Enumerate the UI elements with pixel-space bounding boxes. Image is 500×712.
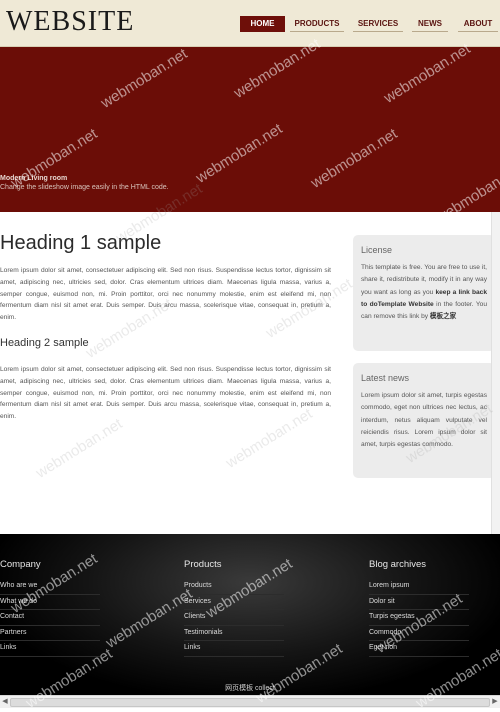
footer-link[interactable]: Contact <box>0 610 100 626</box>
footer-link[interactable]: Lorem ipsum <box>369 579 469 595</box>
slide-caption: Change the slideshow image easily in the… <box>0 184 169 191</box>
nav-about[interactable]: ABOUT <box>458 16 498 32</box>
license-box: License This template is free. You are f… <box>353 235 495 351</box>
footer-column-products: Products Products Services Clients Testi… <box>184 559 284 657</box>
footer-link[interactable]: Services <box>184 595 284 610</box>
nav-divider <box>412 31 448 32</box>
paragraph-1: Lorem ipsum dolor sit amet, consectetuer… <box>0 267 331 322</box>
heading-1: Heading 1 sample <box>0 232 162 254</box>
scrollbar-thumb[interactable] <box>10 698 490 707</box>
license-title: License <box>361 245 393 255</box>
site-footer: Company Who are we What we do Contact Pa… <box>0 534 500 695</box>
watermark: webmoban.net <box>32 415 126 482</box>
nav-services[interactable]: SERVICES <box>353 16 403 32</box>
news-title: Latest news <box>361 373 410 383</box>
nav-home[interactable]: HOME <box>240 16 285 32</box>
copyright-text: 网页模板 collect <box>225 685 275 692</box>
remove-link-text[interactable]: 模板之家 <box>430 313 456 320</box>
scroll-left-icon[interactable]: ◀ <box>0 697 10 707</box>
nav-divider <box>458 31 498 32</box>
footer-link[interactable]: Eget non <box>369 641 469 657</box>
main-nav: HOME PRODUCTS SERVICES NEWS ABOUT <box>0 16 500 32</box>
site-header: WEBSITE HOME PRODUCTS SERVICES NEWS ABOU… <box>0 0 500 47</box>
footer-link[interactable]: Products <box>184 579 284 595</box>
footer-heading: Products <box>184 559 222 570</box>
nav-divider <box>290 31 344 32</box>
footer-link[interactable]: Clients <box>184 610 284 626</box>
nav-news[interactable]: NEWS <box>412 16 448 32</box>
footer-link[interactable]: What we do <box>0 595 100 610</box>
footer-link[interactable]: Commodo <box>369 626 469 641</box>
nav-divider <box>353 31 403 32</box>
nav-products[interactable]: PRODUCTS <box>290 16 344 32</box>
footer-column-company: Company Who are we What we do Contact Pa… <box>0 559 100 657</box>
footer-column-blog: Blog archives Lorem ipsum Dolor sit Turp… <box>369 559 469 657</box>
slideshow-banner[interactable]: Modern Living room Change the slideshow … <box>0 47 500 212</box>
vertical-scrollbar[interactable] <box>491 212 500 534</box>
horizontal-scrollbar[interactable]: ◀ ▶ <box>0 695 500 708</box>
news-text: Lorem ipsum dolor sit amet, turpis egest… <box>361 392 487 449</box>
heading-2: Heading 2 sample <box>0 337 89 349</box>
footer-link[interactable]: Links <box>184 641 284 657</box>
footer-link[interactable]: Who are we <box>0 579 100 595</box>
footer-link[interactable]: Links <box>0 641 100 657</box>
footer-heading: Blog archives <box>369 559 427 570</box>
scroll-right-icon[interactable]: ▶ <box>490 697 500 707</box>
paragraph-2: Lorem ipsum dolor sit amet, consectetuer… <box>0 366 331 421</box>
footer-heading: Company <box>0 559 41 570</box>
license-text: This template is free. You are free to u… <box>361 264 487 321</box>
footer-link[interactable]: Partners <box>0 626 100 641</box>
news-box: Latest news Lorem ipsum dolor sit amet, … <box>353 363 495 478</box>
footer-link[interactable]: Testimonials <box>184 626 284 641</box>
slide-title: Modern Living room <box>0 175 68 182</box>
footer-link[interactable]: Turpis egestas <box>369 610 469 626</box>
footer-link[interactable]: Dolor sit <box>369 595 469 610</box>
